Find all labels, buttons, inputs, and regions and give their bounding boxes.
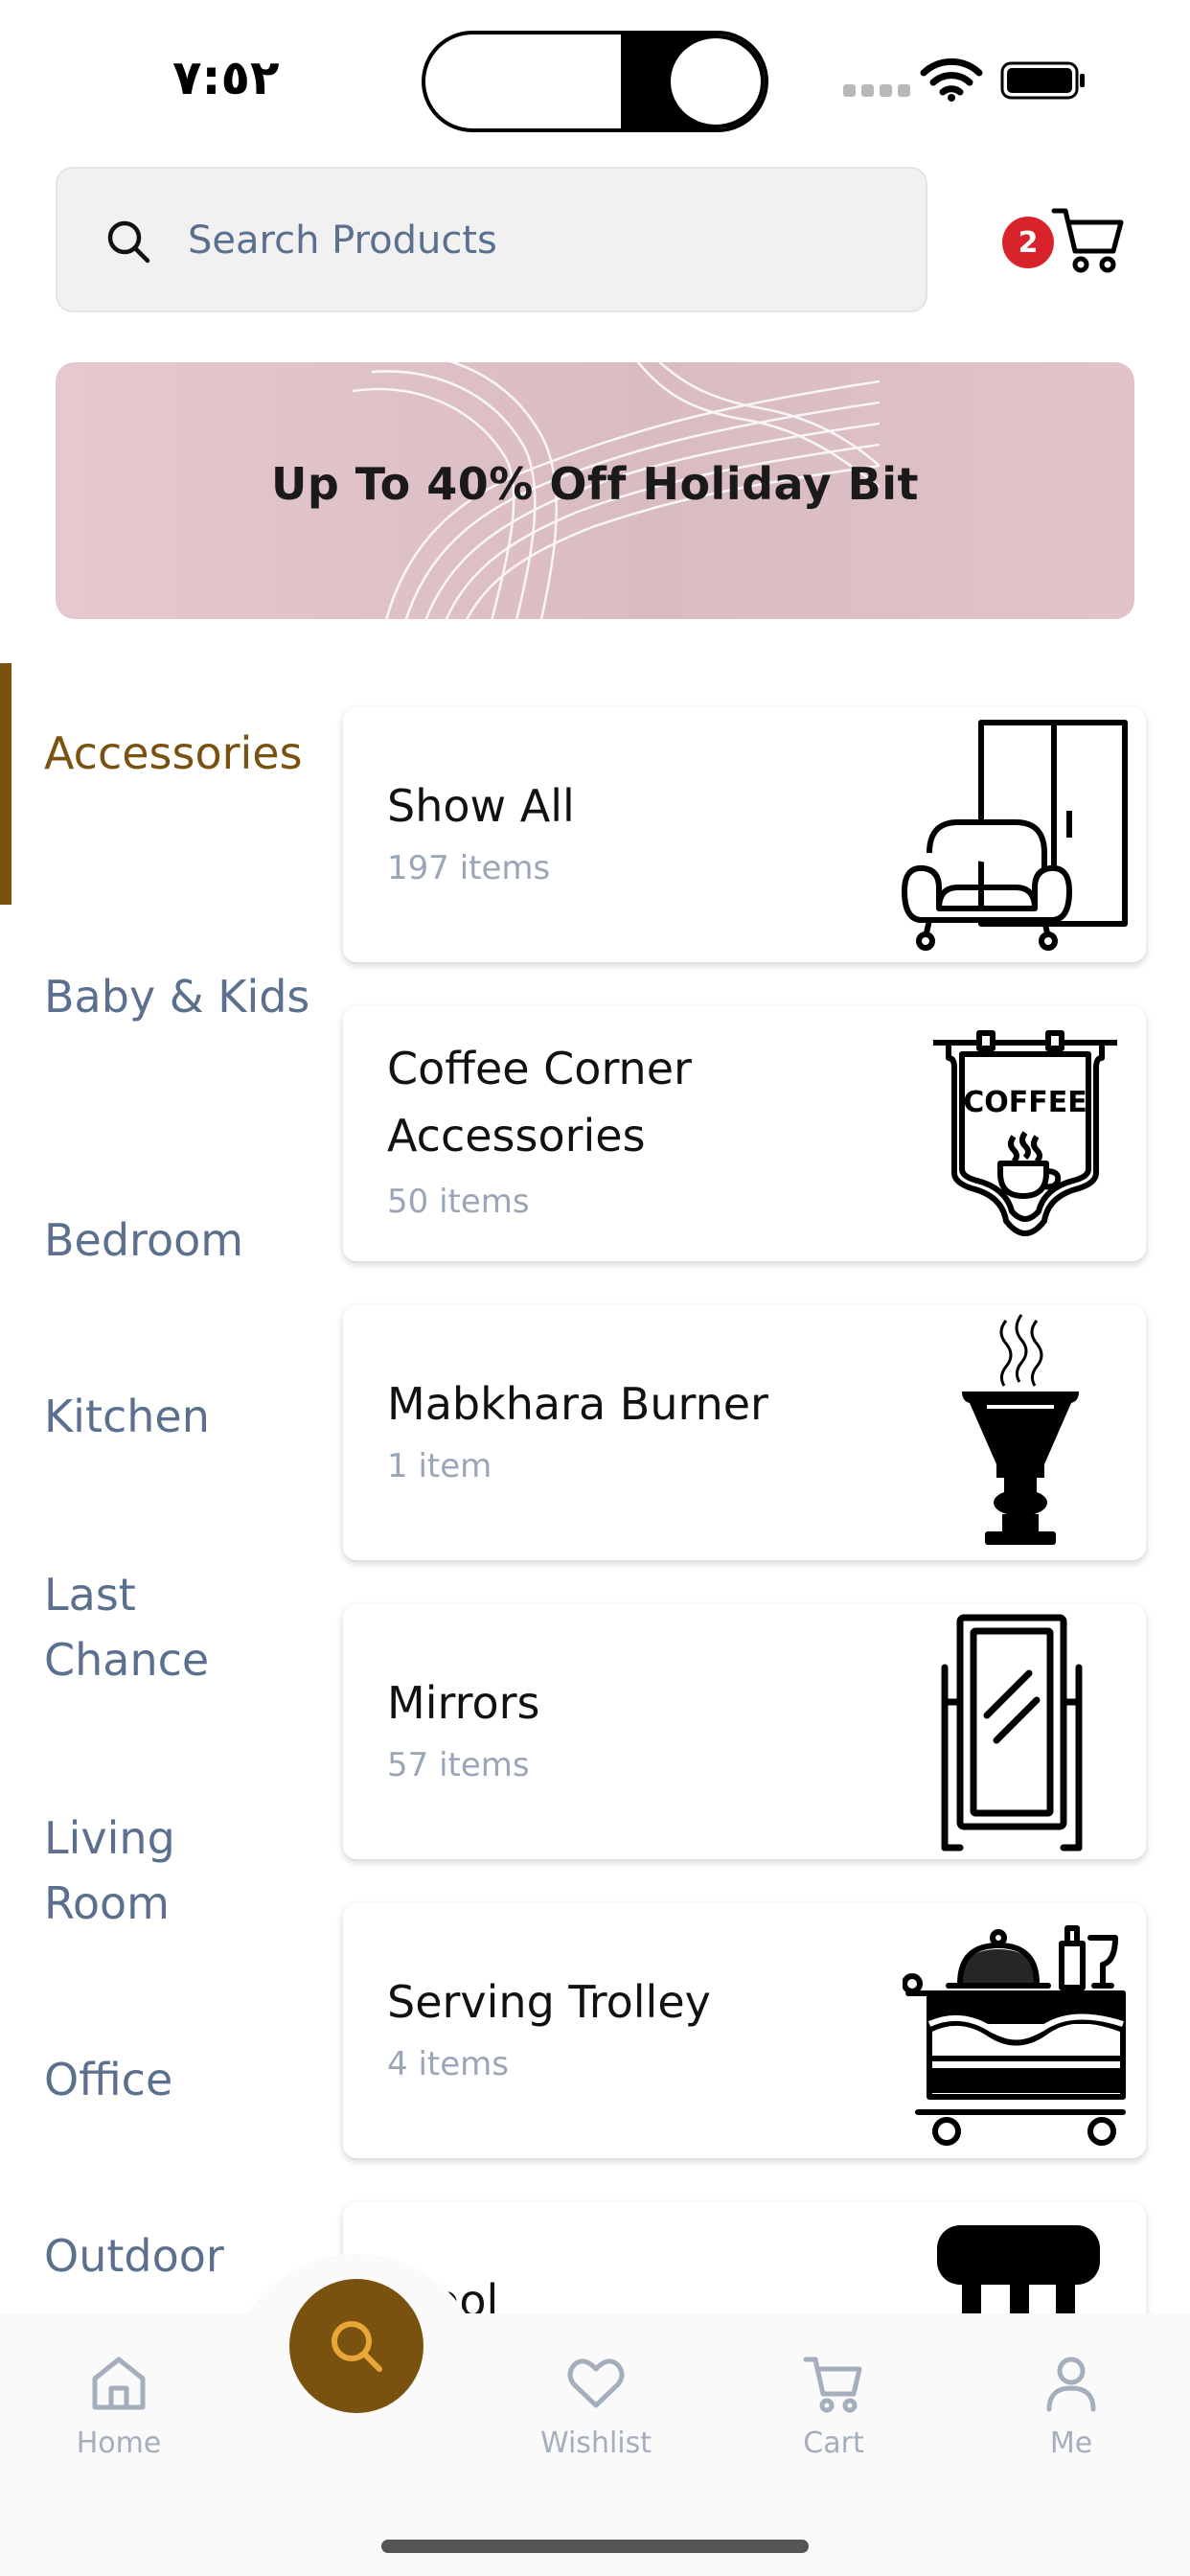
sidebar-item-bedroom[interactable]: Bedroom <box>44 1208 312 1273</box>
nav-label-home: Home <box>76 2426 162 2460</box>
standing-mirror-icon <box>941 1614 1083 1852</box>
home-indicator <box>381 2540 809 2553</box>
card-count: 57 items <box>387 1746 530 1784</box>
sidebar-item-living-room[interactable]: Living Room <box>44 1806 312 1936</box>
search-bar[interactable] <box>56 167 927 312</box>
sofa-wardrobe-icon <box>902 720 1128 951</box>
sidebar-item-office[interactable]: Office <box>44 2047 312 2112</box>
category-card-mirrors[interactable]: Mirrors 57 items <box>343 1604 1146 1859</box>
promo-banner[interactable]: Up To 40% Off Holiday Bit <box>56 362 1134 619</box>
card-count: 1 item <box>387 1447 492 1485</box>
nav-wishlist[interactable]: Wishlist <box>519 2352 673 2460</box>
bottom-navigation: Home Wishlist Cart Me <box>0 2313 1190 2576</box>
serving-trolley-icon <box>903 1925 1126 2146</box>
category-card-serving-trolley[interactable]: Serving Trolley 4 items <box>343 1903 1146 2158</box>
card-title: Show All <box>387 780 575 832</box>
wifi-icon <box>920 58 983 102</box>
status-bar: ٧:٥٢ <box>0 0 1190 153</box>
card-title: Mirrors <box>387 1677 540 1729</box>
card-count: 197 items <box>387 849 551 887</box>
incense-burner-icon <box>962 1314 1079 1545</box>
cart-icon <box>1051 208 1124 273</box>
sidebar-item-baby-kids[interactable]: Baby & Kids <box>44 964 312 1029</box>
nav-label-me: Me <box>1049 2426 1093 2460</box>
status-time: ٧:٥٢ <box>172 50 280 105</box>
nav-cart[interactable]: Cart <box>757 2352 910 2460</box>
header-cart-button[interactable]: 2 <box>1002 203 1127 289</box>
card-title: Serving Trolley <box>387 1976 711 2028</box>
user-icon <box>1046 2357 1096 2412</box>
card-title: Coffee Corner Accessories <box>387 1043 692 1162</box>
sidebar-item-kitchen[interactable]: Kitchen <box>44 1384 312 1449</box>
coffee-sign-label: COFFEE <box>963 1086 1087 1119</box>
category-card-show-all[interactable]: Show All 197 items <box>343 707 1146 962</box>
nav-label-wishlist: Wishlist <box>539 2426 652 2460</box>
heart-icon <box>567 2358 625 2408</box>
sidebar-item-outdoor[interactable]: Outdoor <box>44 2223 312 2288</box>
search-icon <box>332 2321 382 2372</box>
sidebar-item-last-chance[interactable]: Last Chance <box>44 1562 312 1692</box>
card-count: 4 items <box>387 2045 509 2083</box>
category-sidebar: Accessories Baby & Kids Bedroom Kitchen … <box>0 661 326 2310</box>
battery-icon <box>1000 61 1085 100</box>
banner-text: Up To 40% Off Holiday Bit <box>271 458 919 510</box>
home-icon <box>92 2357 146 2410</box>
dynamic-island <box>422 31 768 132</box>
card-title: Mabkhara Burner <box>387 1378 768 1430</box>
cart-badge: 2 <box>1002 217 1054 268</box>
cart-icon <box>803 2357 862 2413</box>
nav-me[interactable]: Me <box>995 2352 1148 2460</box>
nav-label-cart: Cart <box>803 2426 864 2460</box>
coffee-sign-icon: COFFEE <box>933 1030 1117 1236</box>
nav-home[interactable]: Home <box>42 2352 195 2460</box>
card-count: 50 items <box>387 1183 530 1221</box>
center-search-button[interactable] <box>289 2279 423 2413</box>
signal-dots-icon <box>843 84 910 97</box>
category-card-coffee-corner[interactable]: Coffee Corner Accessories 50 items COFFE… <box>343 1006 1146 1261</box>
sidebar-item-accessories[interactable]: Accessories <box>44 721 312 786</box>
search-input[interactable] <box>188 209 897 272</box>
search-icon <box>107 220 150 264</box>
category-card-mabkhara-burner[interactable]: Mabkhara Burner 1 item <box>343 1305 1146 1560</box>
